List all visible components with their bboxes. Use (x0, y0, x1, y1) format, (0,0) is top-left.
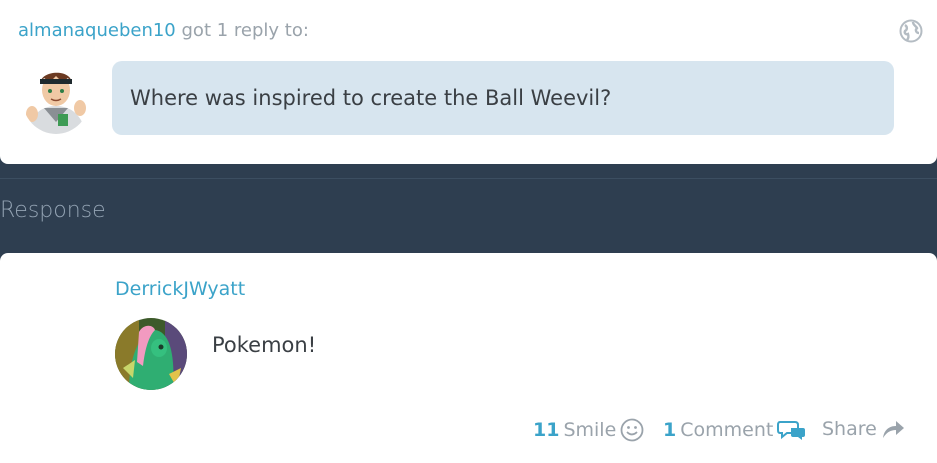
asker-avatar[interactable] (22, 62, 90, 134)
comment-count: 1 (663, 419, 677, 441)
responder-username-link[interactable]: DerrickJWyatt (115, 278, 245, 300)
smile-count: 11 (533, 419, 560, 441)
comment-button[interactable]: 1 Comment (663, 418, 807, 442)
speech-bubbles-icon (777, 421, 806, 440)
response-actions: 11 Smile 1 Comment Share (0, 418, 937, 446)
smile-label: Smile (563, 419, 617, 441)
reply-notice: got 1 reply to: (181, 20, 309, 41)
asker-username-link[interactable]: almanaqueben10 (18, 20, 176, 41)
globe-icon[interactable] (899, 19, 923, 43)
smiley-icon (620, 418, 644, 442)
question-bubble: Where was inspired to create the Ball We… (112, 61, 894, 135)
question-header: almanaqueben10 got 1 reply to: (18, 20, 309, 41)
section-divider (0, 178, 937, 179)
share-button[interactable]: Share (822, 418, 905, 440)
comment-label: Comment (680, 419, 774, 441)
share-arrow-icon (882, 421, 904, 438)
responder-avatar[interactable] (115, 318, 187, 390)
response-text: Pokemon! (212, 333, 317, 357)
response-heading: Response (0, 198, 106, 223)
question-card: almanaqueben10 got 1 reply to: Where was… (0, 0, 937, 164)
share-label: Share (822, 418, 877, 440)
smile-button[interactable]: 11 Smile (533, 418, 644, 442)
